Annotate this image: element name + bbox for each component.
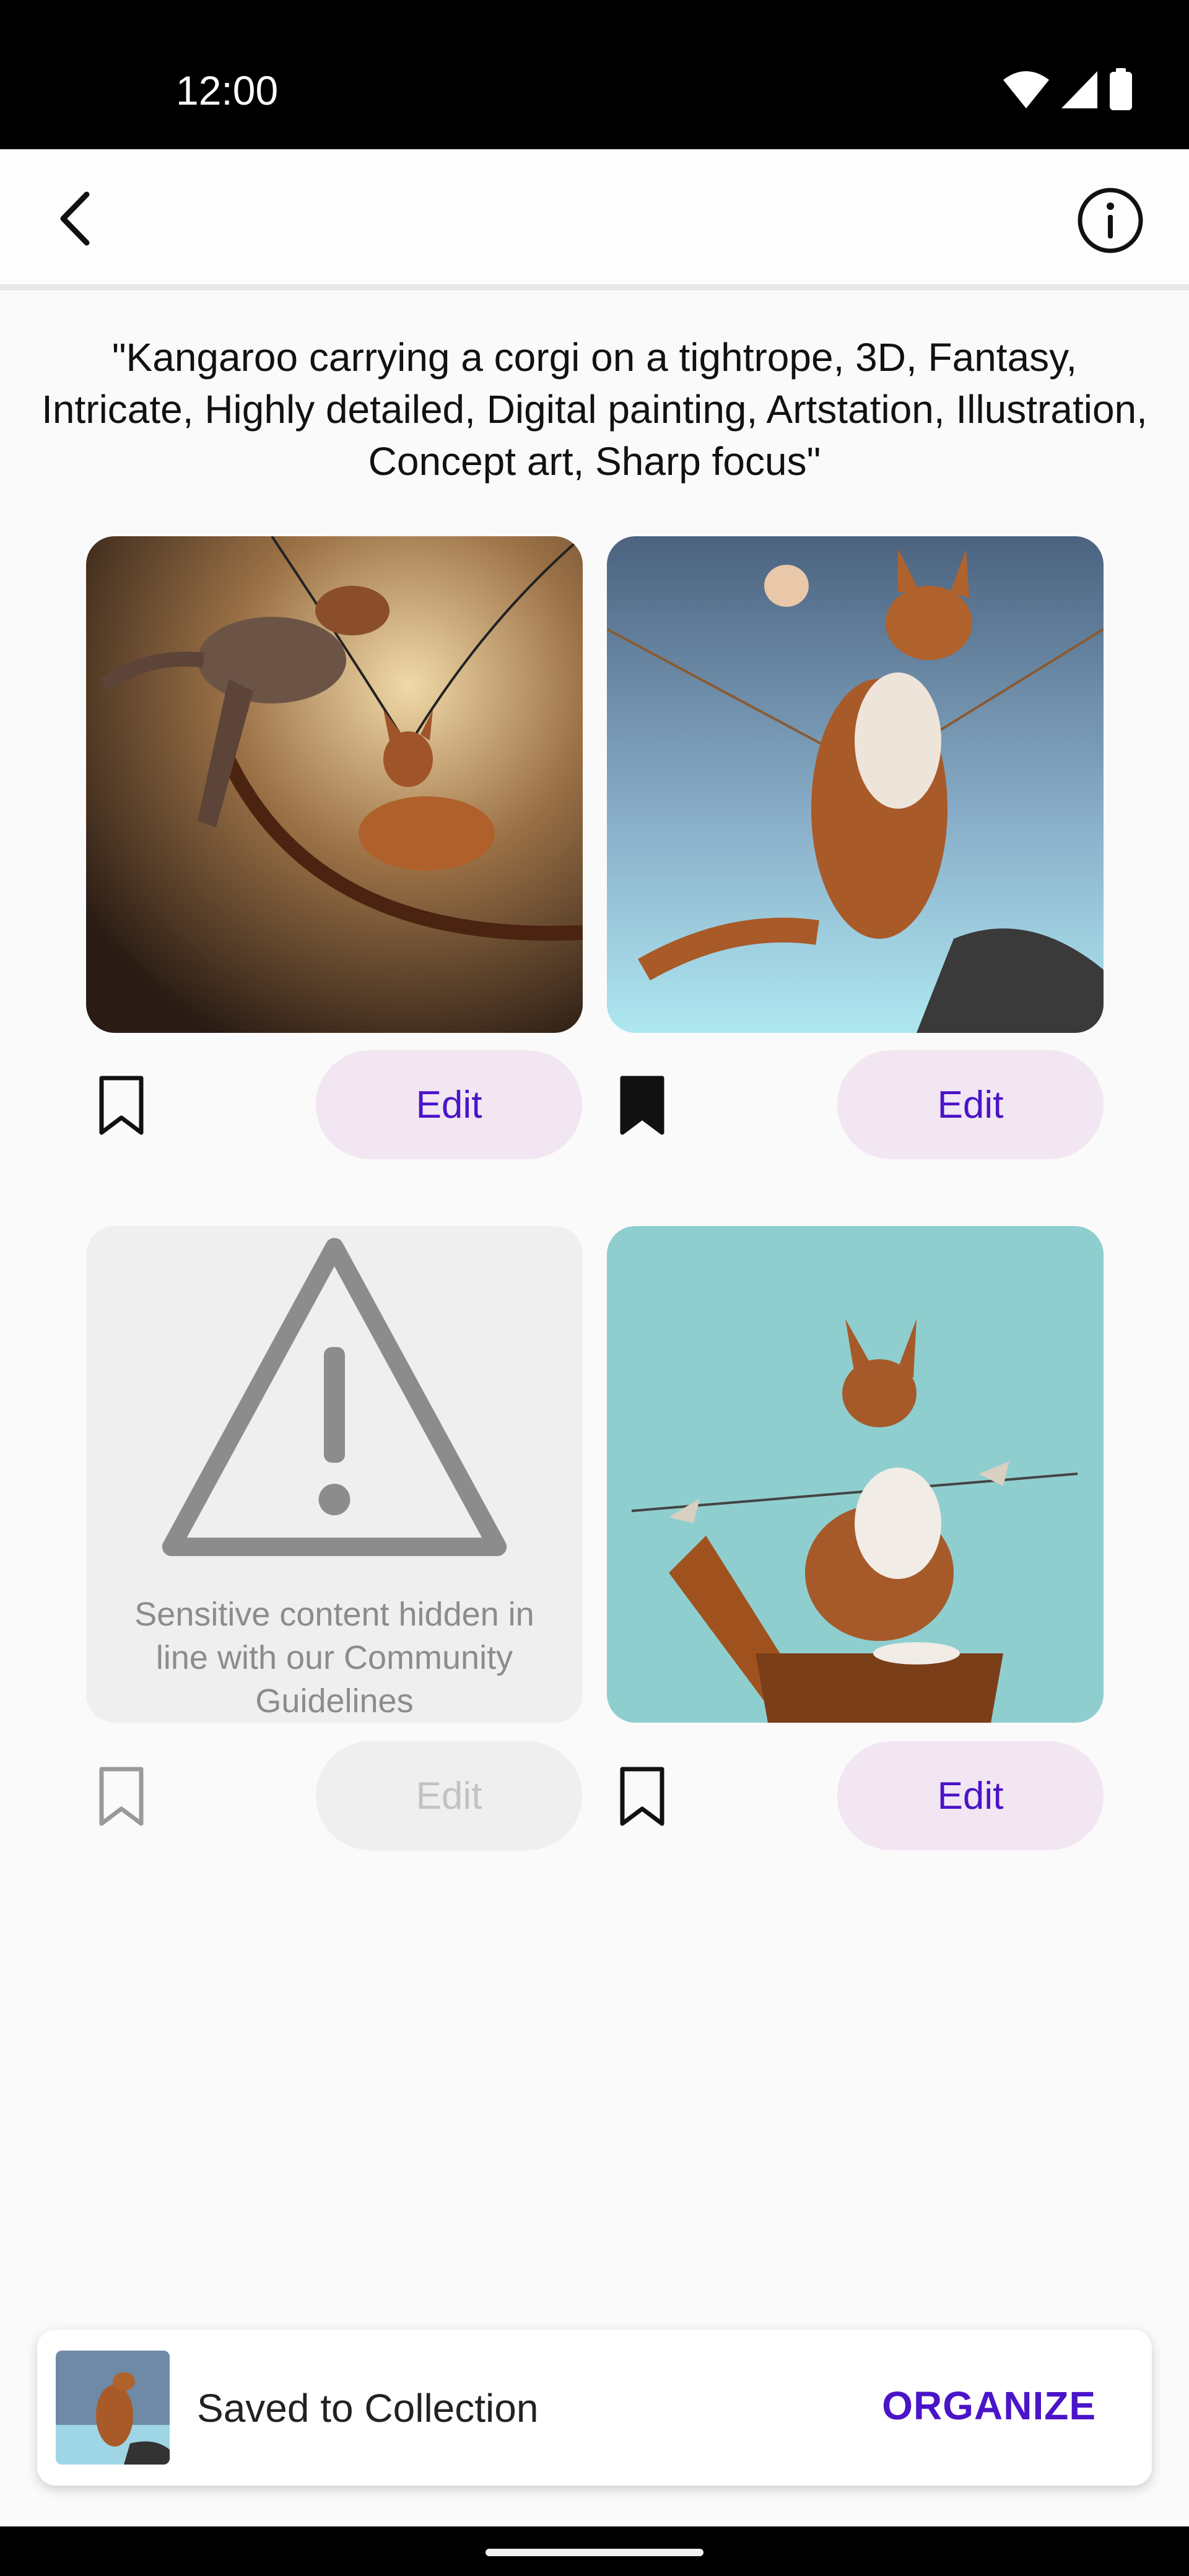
wifi-icon [1003,71,1049,108]
edit-button-2[interactable]: Edit [837,1050,1104,1159]
info-icon [1078,188,1143,253]
status-bar: 12:00 [0,0,1189,149]
snackbar-thumbnail [56,2351,170,2465]
hidden-image-placeholder: Sensitive content hidden in line with ou… [86,1226,583,1723]
generated-image-2[interactable] [607,536,1104,1033]
sensitive-content-message: Sensitive content hidden in line with ou… [134,1596,534,1720]
cellular-signal-icon [1061,71,1097,108]
chevron-left-icon [60,191,90,246]
bookmark-outline-icon [99,1767,144,1826]
edit-button-3: Edit [316,1741,582,1850]
generated-image-4[interactable] [607,1226,1104,1723]
warning-icon [162,1238,507,1556]
snackbar-message: Saved to Collection [197,2386,539,2430]
bookmark-button-1[interactable] [90,1071,152,1139]
bookmark-button-2[interactable] [611,1071,673,1139]
kangaroo-corgi-image [607,1226,1104,1723]
generated-image-1[interactable] [86,536,583,1033]
organize-button[interactable]: ORGANIZE [882,2383,1096,2429]
bookmark-outline-icon [99,1076,144,1135]
info-button[interactable] [1075,185,1146,256]
status-icons [1002,68,1133,111]
bookmark-button-3 [90,1762,152,1830]
edit-button-4[interactable]: Edit [837,1741,1104,1850]
kangaroo-corgi-image [86,536,583,1033]
navigation-bar [0,2526,1189,2576]
prompt-text: "Kangaroo carrying a corgi on a tightrop… [41,335,1148,484]
bookmark-outline-icon [620,1767,664,1826]
bookmark-filled-icon [620,1076,664,1135]
battery-icon [1110,68,1132,110]
edit-button-1[interactable]: Edit [316,1050,582,1159]
home-gesture-handle[interactable] [486,2549,703,2556]
kangaroo-corgi-image [607,536,1104,1033]
app-bar [0,149,1189,290]
back-button[interactable] [43,188,105,250]
status-time: 12:00 [176,67,279,113]
bookmark-button-4[interactable] [611,1762,673,1830]
saved-snackbar: Saved to Collection ORGANIZE [37,2330,1152,2486]
